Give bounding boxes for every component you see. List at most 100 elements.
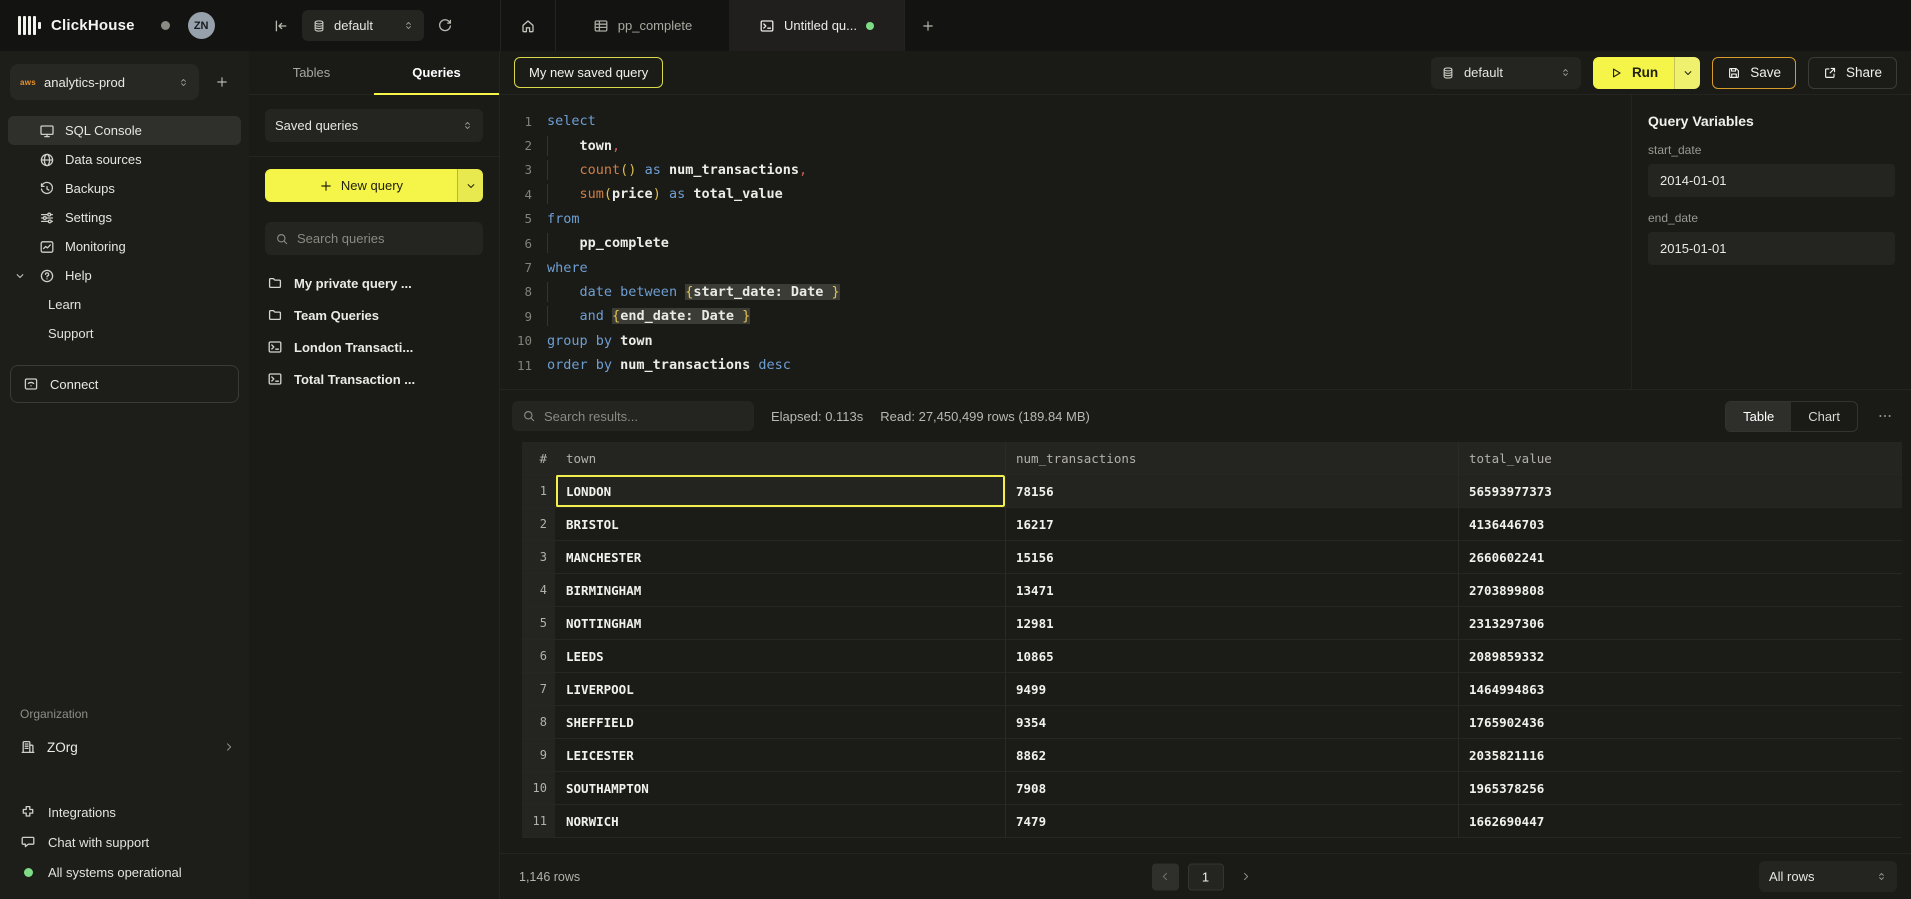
new-tab-button[interactable]: [905, 0, 951, 51]
sidebar-footer-chat-with-support[interactable]: Chat with support: [0, 827, 249, 857]
sql-editor[interactable]: 1select2 town,3 count() as num_transacti…: [500, 95, 1631, 389]
user-avatar[interactable]: ZN: [188, 12, 215, 39]
cell-num-transactions[interactable]: 10865: [1005, 640, 1458, 672]
cell-total-value[interactable]: 2703899808: [1458, 574, 1902, 606]
search-results-input[interactable]: [544, 409, 744, 424]
new-query-dropdown-button[interactable]: [457, 169, 483, 202]
sidebar-item-support[interactable]: Support: [8, 319, 241, 348]
cell-town[interactable]: SOUTHAMPTON: [555, 772, 1005, 804]
cell-num-transactions[interactable]: 8862: [1005, 739, 1458, 771]
cell-town[interactable]: NOTTINGHAM: [555, 607, 1005, 639]
saved-queries-select[interactable]: Saved queries: [265, 109, 483, 142]
sidebar-footer-integrations[interactable]: Integrations: [0, 797, 249, 827]
table-row: 5NOTTINGHAM129812313297306: [522, 607, 1902, 640]
save-button[interactable]: Save: [1712, 57, 1796, 89]
add-service-button[interactable]: [207, 67, 237, 97]
run-database-select[interactable]: default: [1431, 57, 1581, 89]
cell-num-transactions[interactable]: 16217: [1005, 508, 1458, 540]
column-header-town[interactable]: town: [555, 442, 1005, 474]
search-queries-input[interactable]: [297, 231, 473, 246]
page-size-select[interactable]: All rows: [1759, 861, 1897, 892]
sidebar-item-data-sources[interactable]: Data sources: [8, 145, 241, 174]
tab-untitled-query[interactable]: Untitled qu...: [729, 0, 904, 51]
cell-num-transactions[interactable]: 13471: [1005, 574, 1458, 606]
sidebar-item-help[interactable]: Help: [8, 261, 241, 290]
sidebar-item-settings[interactable]: Settings: [8, 203, 241, 232]
cell-town[interactable]: LIVERPOOL: [555, 673, 1005, 705]
end-date-input[interactable]: [1648, 232, 1895, 265]
brand-area: ClickHouse ZN: [0, 0, 249, 51]
view-chart-button[interactable]: Chart: [1791, 402, 1857, 431]
cell-total-value[interactable]: 4136446703: [1458, 508, 1902, 540]
pagination: 1: [1152, 863, 1260, 890]
cell-num-transactions[interactable]: 7479: [1005, 805, 1458, 837]
topbar-database-select[interactable]: default: [302, 10, 424, 41]
home-button[interactable]: [501, 0, 555, 51]
updown-chevron-icon: [462, 120, 473, 131]
cell-town[interactable]: SHEFFIELD: [555, 706, 1005, 738]
connect-button[interactable]: Connect: [10, 365, 239, 403]
cell-num-transactions[interactable]: 12981: [1005, 607, 1458, 639]
cell-num-transactions[interactable]: 15156: [1005, 541, 1458, 573]
cell-num-transactions[interactable]: 78156: [1005, 475, 1458, 507]
status-dot-icon: [24, 868, 33, 877]
collapse-panel-button[interactable]: [273, 18, 289, 34]
saved-query-team-queries[interactable]: Team Queries: [265, 299, 483, 331]
sidebar-item-backups[interactable]: Backups: [8, 174, 241, 203]
view-table-button[interactable]: Table: [1726, 402, 1791, 431]
cell-total-value[interactable]: 1662690447: [1458, 805, 1902, 837]
new-query-button[interactable]: New query: [265, 169, 457, 202]
next-page-button[interactable]: [1233, 863, 1260, 890]
results-menu-button[interactable]: [1877, 408, 1893, 424]
column-header-num-transactions[interactable]: num_transactions: [1005, 442, 1458, 474]
cell-total-value[interactable]: 1464994863: [1458, 673, 1902, 705]
cell-town[interactable]: NORWICH: [555, 805, 1005, 837]
tab-queries[interactable]: Queries: [374, 51, 499, 94]
column-header-total-value[interactable]: total_value: [1458, 442, 1902, 474]
sidebar-item-learn[interactable]: Learn: [8, 290, 241, 319]
updown-chevron-icon: [178, 77, 189, 88]
cell-town[interactable]: LEEDS: [555, 640, 1005, 672]
table-row: 10SOUTHAMPTON79081965378256: [522, 772, 1902, 805]
saved-query-my-private-query[interactable]: My private query ...: [265, 267, 483, 299]
cell-num-transactions[interactable]: 9499: [1005, 673, 1458, 705]
share-button[interactable]: Share: [1808, 57, 1897, 89]
cell-num-transactions[interactable]: 7908: [1005, 772, 1458, 804]
run-button[interactable]: Run: [1593, 57, 1674, 89]
cell-total-value[interactable]: 2089859332: [1458, 640, 1902, 672]
tab-pp-complete[interactable]: pp_complete: [556, 0, 729, 51]
cell-total-value[interactable]: 1965378256: [1458, 772, 1902, 804]
indent-guide: [547, 136, 548, 156]
sidebar-item-monitoring[interactable]: Monitoring: [8, 232, 241, 261]
cell-total-value[interactable]: 2660602241: [1458, 541, 1902, 573]
sidebar-item-sql-console[interactable]: SQL Console: [8, 116, 241, 145]
results-table: #townnum_transactionstotal_value1LONDON7…: [522, 442, 1902, 838]
unsaved-changes-dot: [866, 22, 874, 30]
cell-town[interactable]: MANCHESTER: [555, 541, 1005, 573]
cell-town[interactable]: BIRMINGHAM: [555, 574, 1005, 606]
cell-town[interactable]: LEICESTER: [555, 739, 1005, 771]
refresh-button[interactable]: [437, 18, 453, 34]
start-date-input[interactable]: [1648, 164, 1895, 197]
workspace-select[interactable]: aws analytics-prod: [10, 64, 199, 100]
organization-item[interactable]: ZOrg: [0, 731, 249, 763]
cell-total-value[interactable]: 2313297306: [1458, 607, 1902, 639]
table-row: 1LONDON7815656593977373: [522, 475, 1902, 508]
cell-total-value[interactable]: 1765902436: [1458, 706, 1902, 738]
cell-num-transactions[interactable]: 9354: [1005, 706, 1458, 738]
token: [604, 308, 612, 324]
page-number[interactable]: 1: [1188, 863, 1224, 890]
column-header-index[interactable]: #: [522, 442, 555, 474]
cell-total-value[interactable]: 56593977373: [1458, 475, 1902, 507]
saved-query-total-transaction[interactable]: Total Transaction ...: [265, 363, 483, 395]
run-dropdown-button[interactable]: [1674, 57, 1700, 89]
sidebar-footer-all-systems-operational[interactable]: All systems operational: [0, 857, 249, 887]
cell-total-value[interactable]: 2035821116: [1458, 739, 1902, 771]
prev-page-button[interactable]: [1152, 863, 1179, 890]
saved-query-tab[interactable]: My new saved query: [514, 57, 663, 88]
saved-query-london-transacti[interactable]: London Transacti...: [265, 331, 483, 363]
cell-town[interactable]: BRISTOL: [555, 508, 1005, 540]
tab-tables[interactable]: Tables: [249, 51, 374, 94]
elapsed-time: Elapsed: 0.113s: [771, 409, 863, 424]
cell-town[interactable]: LONDON: [555, 475, 1005, 507]
